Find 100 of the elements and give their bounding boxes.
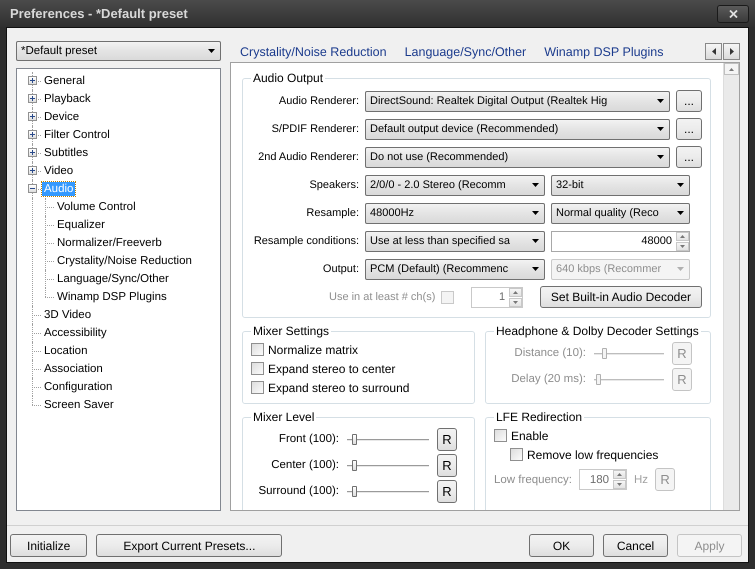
tree-item[interactable]: Association bbox=[42, 362, 105, 376]
dropdown[interactable]: Default output device (Recommended) bbox=[365, 118, 670, 140]
caret-icon bbox=[208, 49, 215, 53]
tree-item[interactable]: Crystality/Noise Reduction bbox=[55, 254, 194, 268]
slider-label: Delay (20 ms): bbox=[510, 373, 586, 385]
group-title: LFE Redirection bbox=[495, 410, 584, 424]
up-arrow-icon bbox=[513, 290, 518, 294]
field-label: Audio Renderer: bbox=[278, 95, 359, 107]
checkbox-label: Expand stereo to center bbox=[268, 362, 396, 376]
preset-dropdown[interactable]: *Default preset bbox=[16, 41, 221, 61]
checkbox[interactable] bbox=[251, 362, 264, 375]
close-button[interactable] bbox=[717, 4, 749, 22]
slider-label: Surround (100): bbox=[257, 485, 339, 497]
tree-item[interactable]: Configuration bbox=[42, 380, 114, 394]
group-title: Mixer Level bbox=[252, 410, 316, 424]
up-arrow-icon bbox=[617, 473, 622, 476]
down-arrow-icon bbox=[617, 483, 622, 486]
dialog-button[interactable]: Export Current Presets... bbox=[96, 534, 282, 557]
page-link[interactable]: Winamp DSP Plugins bbox=[544, 44, 664, 58]
dropdown[interactable]: 48000Hz bbox=[365, 202, 545, 224]
checkbox[interactable] bbox=[510, 448, 523, 461]
down-arrow-icon bbox=[680, 244, 685, 248]
checkbox[interactable] bbox=[494, 429, 507, 442]
window-title: Preferences - *Default preset bbox=[10, 6, 188, 21]
tree-item[interactable]: Playback bbox=[42, 92, 93, 106]
dropdown[interactable]: Do not use (Recommended) bbox=[365, 146, 670, 168]
group-title: Audio Output bbox=[252, 71, 324, 85]
scrollbar[interactable] bbox=[723, 63, 739, 510]
tree-item[interactable]: Language/Sync/Other bbox=[55, 272, 171, 286]
up-arrow-icon bbox=[680, 234, 685, 238]
field-label: 2nd Audio Renderer: bbox=[257, 151, 359, 163]
dropdown[interactable]: 32-bit bbox=[551, 174, 690, 196]
tree-item[interactable]: Volume Control bbox=[55, 200, 138, 214]
number-field[interactable]: 48000 bbox=[551, 230, 690, 252]
expand-icon[interactable] bbox=[28, 130, 37, 139]
tree-item[interactable]: Normalizer/Freeverb bbox=[55, 236, 164, 250]
caret-icon bbox=[657, 127, 664, 131]
caret-icon bbox=[532, 211, 539, 215]
caret-icon bbox=[657, 155, 664, 159]
dialog-button[interactable]: Cancel bbox=[603, 534, 668, 557]
dropdown[interactable]: DirectSound: Realtek Digital Output (Realtek Hig bbox=[365, 90, 670, 112]
down-arrow-icon bbox=[513, 300, 518, 304]
slider-thumb[interactable] bbox=[352, 486, 357, 496]
expand-icon[interactable] bbox=[28, 166, 37, 175]
reset-button[interactable]: R bbox=[437, 428, 457, 450]
checkbox[interactable] bbox=[251, 343, 264, 356]
caret-icon bbox=[532, 239, 539, 243]
tree-item[interactable]: Equalizer bbox=[55, 218, 107, 232]
field-label: Resample: bbox=[305, 207, 359, 219]
tree-item[interactable]: Subtitles bbox=[42, 146, 90, 160]
expand-icon[interactable] bbox=[28, 148, 37, 157]
left-arrow-icon bbox=[712, 48, 716, 55]
slider-label: Center (100): bbox=[270, 459, 339, 471]
field-label: Output: bbox=[322, 263, 359, 275]
tree-item[interactable]: General bbox=[42, 74, 87, 88]
scroll-right-button[interactable] bbox=[723, 43, 740, 60]
slider-thumb[interactable] bbox=[352, 434, 357, 444]
right-arrow-icon bbox=[730, 48, 734, 55]
reset-button[interactable]: R bbox=[437, 480, 457, 502]
expand-icon[interactable] bbox=[28, 76, 37, 85]
tree-item[interactable]: Device bbox=[42, 110, 82, 124]
dropdown[interactable]: 2/0/0 - 2.0 Stereo (Recomm bbox=[365, 174, 545, 196]
caret-icon bbox=[532, 183, 539, 187]
more-button[interactable]: ... bbox=[676, 90, 702, 112]
caret-icon bbox=[677, 211, 684, 215]
tree-item[interactable]: Accessibility bbox=[42, 326, 109, 340]
group-title: Headphone & Dolby Decoder Settings bbox=[495, 324, 700, 338]
dialog-button[interactable]: OK bbox=[529, 534, 594, 557]
dropdown[interactable]: Normal quality (Reco bbox=[551, 202, 690, 224]
page-link[interactable]: Crystality/Noise Reduction bbox=[240, 44, 387, 58]
checkbox-label: Remove low frequencies bbox=[527, 448, 658, 462]
tree-item[interactable]: 3D Video bbox=[42, 308, 94, 322]
field-label: Low frequency: bbox=[494, 474, 572, 486]
expand-icon[interactable] bbox=[28, 112, 37, 121]
expand-icon[interactable] bbox=[28, 94, 37, 103]
dialog-button[interactable]: Initialize bbox=[10, 534, 88, 557]
close-icon bbox=[728, 10, 738, 18]
more-button[interactable]: ... bbox=[676, 118, 702, 140]
checkbox-label: Normalize matrix bbox=[268, 342, 358, 356]
checkbox[interactable] bbox=[251, 381, 264, 394]
group-title: Mixer Settings bbox=[252, 324, 330, 338]
field-label: Resample conditions: bbox=[252, 235, 359, 247]
reset-button[interactable]: R bbox=[437, 454, 457, 476]
slider-label: Front (100): bbox=[278, 433, 339, 445]
collapse-icon[interactable] bbox=[28, 184, 37, 193]
dropdown[interactable]: Use at less than specified sa bbox=[365, 230, 545, 252]
tree-item[interactable]: Location bbox=[42, 344, 90, 358]
tree-item[interactable]: Video bbox=[42, 164, 76, 178]
page-link[interactable]: Language/Sync/Other bbox=[404, 44, 526, 58]
tree-item[interactable]: Screen Saver bbox=[42, 398, 116, 412]
tree-item[interactable]: Filter Control bbox=[42, 128, 112, 142]
tree-item[interactable]: Winamp DSP Plugins bbox=[55, 290, 169, 304]
dropdown[interactable]: PCM (Default) (Recommenc bbox=[365, 258, 545, 280]
more-button[interactable]: ... bbox=[676, 146, 702, 168]
slider-thumb[interactable] bbox=[352, 460, 357, 470]
checkbox-label: Enable bbox=[511, 428, 548, 442]
caret-icon bbox=[677, 267, 684, 271]
scroll-left-button[interactable] bbox=[705, 43, 722, 60]
unit-label: Hz bbox=[634, 474, 648, 486]
field-label: Speakers: bbox=[308, 179, 359, 191]
